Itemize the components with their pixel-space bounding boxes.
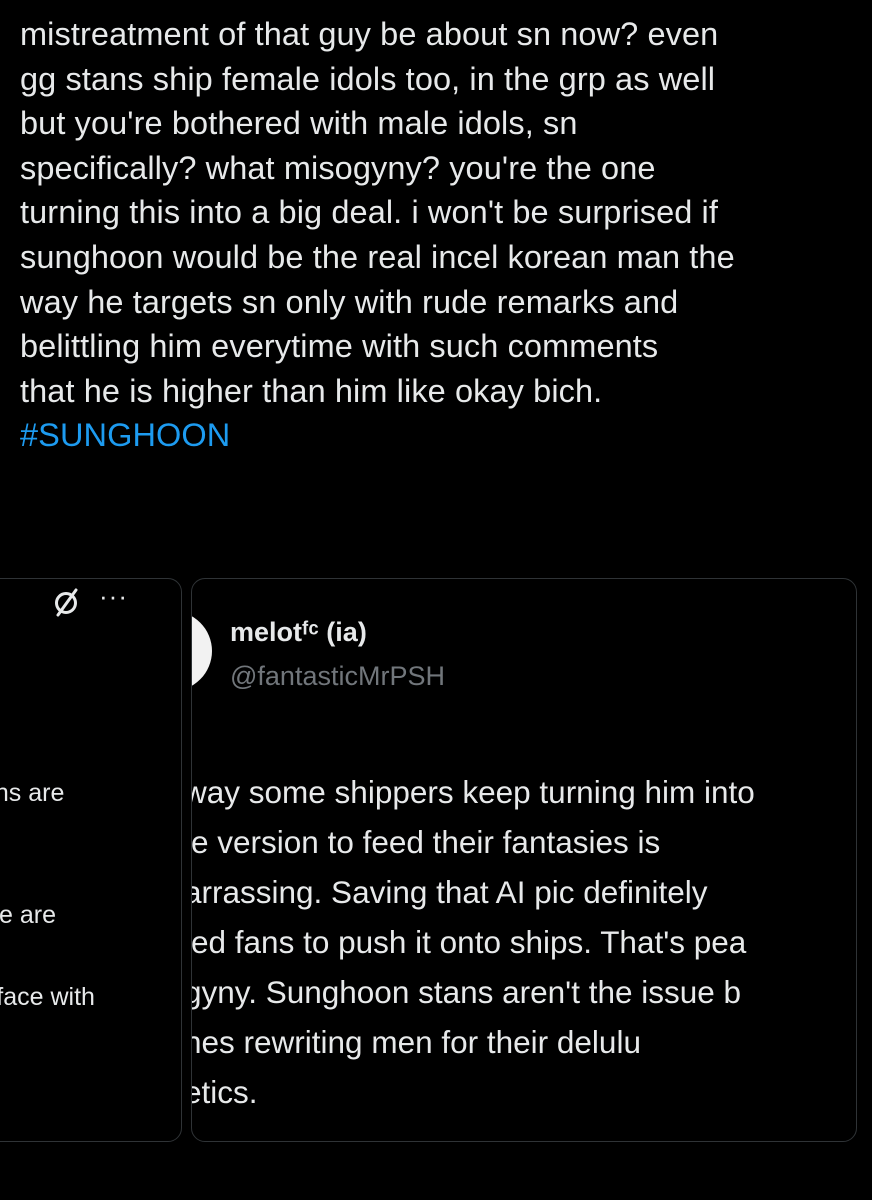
quoted-tweet-body: way some shippers keep turning him into … [191,767,856,1117]
tweet-line: that he is higher than him like okay bic… [20,372,603,409]
tweet-line: gg stans ship female idols too, in the g… [20,60,716,97]
quoted-line: etics. [191,1074,258,1110]
tweet-line: mistreatment of that guy be about sn now… [20,16,719,52]
more-icon[interactable]: ··· [99,581,128,612]
tweet-line: turning this into a big deal. i won't be… [20,194,719,231]
tweet-body: mistreatment of that guy be about sn now… [20,12,865,458]
tweet-line: specifically? what misogyny? you're the … [20,149,656,186]
hashtag-link[interactable]: #SUNGHOON [20,413,865,458]
left-card-text: r face with [0,983,95,1011]
quoted-line: arrassing. Saving that AI pic definitely [191,874,708,910]
quoted-tweet-card[interactable]: melotᶠᶜ (ia) @fantasticMrPSH way some sh… [191,578,857,1142]
user-handle[interactable]: @fantasticMrPSH [230,661,445,692]
mute-icon[interactable] [51,585,81,619]
tweet-line: way he targets sn only with rude remarks… [20,283,679,320]
quoted-line: led fans to push it onto ships. That's p… [191,924,747,960]
quoted-line: way some shippers keep turning him into [191,774,755,810]
tweet-line: but you're bothered with male idols, sn [20,105,578,142]
left-quoted-card[interactable]: ··· ans are we are r face with [0,578,182,1142]
left-card-text: ans are [0,779,65,807]
quoted-line: le version to feed their fantasies is [191,824,661,860]
tweet-line: belittling him everytime with such comme… [20,328,659,365]
display-name[interactable]: melotᶠᶜ (ia) [230,617,367,648]
quoted-line: nes rewriting men for their delulu [191,1024,641,1060]
tweet-line: sunghoon would be the real incel korean … [20,238,735,275]
left-card-text: we are [0,901,57,929]
avatar[interactable] [192,611,212,691]
quoted-line: gyny. Sunghoon stans aren't the issue b [191,974,742,1010]
